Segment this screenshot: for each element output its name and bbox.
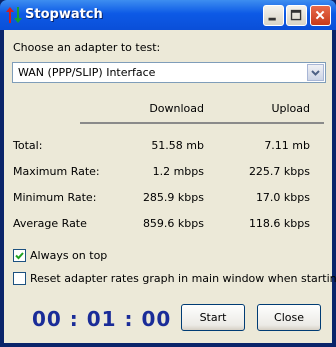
dialog-body: Choose an adapter to test: WAN (PPP/SLIP… (4, 30, 336, 343)
adapter-dropdown-button[interactable] (307, 64, 324, 81)
close-icon (315, 10, 325, 20)
always-on-top-checkbox[interactable] (13, 249, 26, 262)
maximum-rate-upload-value: 225.7 kbps (248, 165, 310, 178)
header-separator (80, 122, 324, 124)
adapter-selected-value: WAN (PPP/SLIP) Interface (18, 66, 156, 79)
reset-graph-checkbox[interactable] (13, 272, 26, 285)
adapter-label: Choose an adapter to test: (13, 41, 161, 54)
reset-graph-label[interactable]: Reset adapter rates graph in main window… (30, 272, 336, 285)
up-down-arrows-icon (6, 7, 22, 23)
window-title: Stopwatch (25, 7, 103, 22)
elapsed-time-display: 00 : 01 : 00 (32, 307, 172, 331)
upload-column-header: Upload (271, 102, 310, 115)
stopwatch-window: Stopwatch Choose an adapter to test: WAN… (0, 0, 336, 347)
close-window-button[interactable] (310, 5, 331, 26)
start-button[interactable]: Start (181, 304, 245, 331)
minimize-icon (268, 17, 276, 21)
always-on-top-label[interactable]: Always on top (30, 249, 107, 262)
total-upload-value: 7.11 mb (264, 139, 310, 152)
adapter-select[interactable]: WAN (PPP/SLIP) Interface (12, 62, 326, 83)
checkmark-icon (15, 252, 24, 260)
maximize-button[interactable] (286, 5, 307, 26)
average-rate-upload-value: 118.6 kbps (248, 217, 310, 230)
chevron-down-icon (311, 70, 320, 76)
minimize-button[interactable] (263, 5, 284, 26)
title-bar[interactable]: Stopwatch (0, 0, 336, 30)
minimum-rate-upload-value: 17.0 kbps (255, 191, 310, 204)
maximize-icon (290, 9, 302, 21)
close-button[interactable]: Close (257, 304, 321, 331)
